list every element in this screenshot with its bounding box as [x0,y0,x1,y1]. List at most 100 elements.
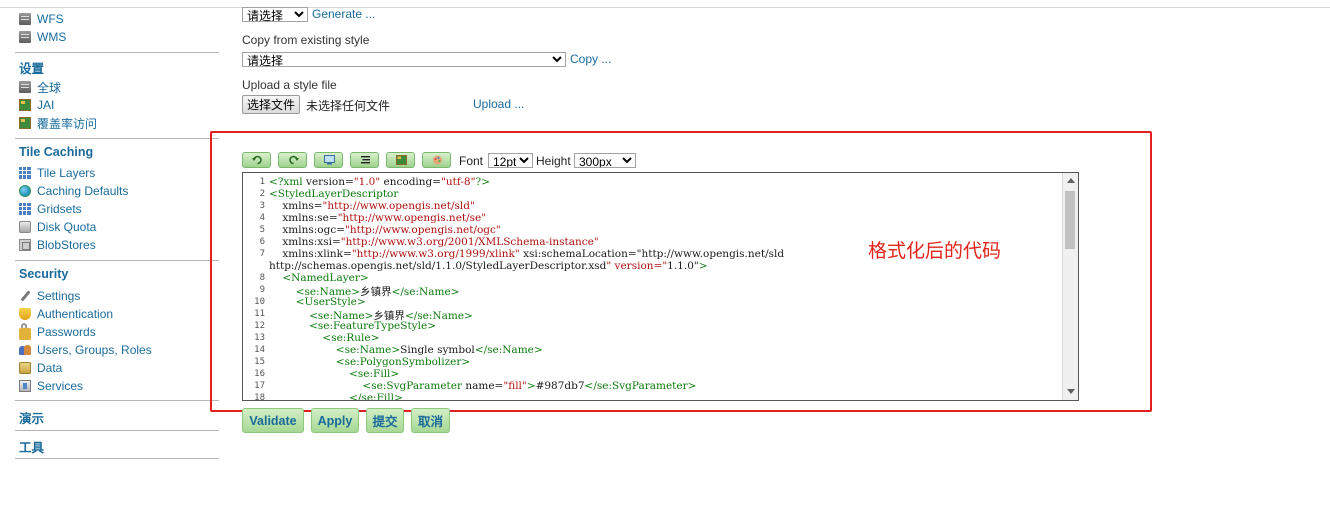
sidebar-divider [15,138,219,139]
line-number: 1 [259,177,265,187]
server-icon [19,81,31,93]
sidebar-item-label: Authentication [37,307,114,321]
sidebar-item-users-groups-roles[interactable]: Users, Groups, Roles [19,342,152,358]
server-icon [19,13,31,25]
line-number: 18 [254,393,265,401]
sidebar-item-services[interactable]: Services [19,378,83,394]
copy-style-select[interactable]: 请选择 [242,52,566,67]
generate-style-select[interactable]: 请选择 [242,7,308,22]
sidebar-item-label: Tile Layers [37,166,96,180]
line-number: 10 [254,297,265,307]
sidebar-item-authentication[interactable]: Authentication [19,306,113,322]
sidebar-item-wms[interactable]: WMS [19,29,66,45]
code-line: xmlns:se="http://www.opengis.net/se" [269,212,487,224]
sidebar-item-gridsets[interactable]: Gridsets [19,201,82,217]
sidebar-item-label: Settings [37,289,81,303]
grid-icon [19,203,31,215]
code-line: <?xml version="1.0" encoding="utf-8"?> [269,176,490,188]
code-line: <se:Fill> [349,368,400,380]
sidebar-item-coverage-access[interactable]: 覆盖率访问 [19,115,97,131]
apply-button[interactable]: Apply [311,408,359,433]
line-number: 3 [259,201,265,211]
sidebar-item-label: 全球 [37,80,62,95]
vertical-scrollbar[interactable] [1062,173,1078,400]
blobstore-icon [19,239,31,251]
line-number: 13 [254,333,265,343]
sidebar-item-data[interactable]: Data [19,360,62,376]
undo-button[interactable] [242,152,271,168]
reformat-button[interactable] [350,152,379,168]
height-label: Height [536,154,571,168]
server-icon [19,31,31,43]
sidebar-item-label: Passwords [37,325,96,339]
code-line: xmlns:xlink="http://www.w3.org/1999/xlin… [269,248,785,260]
code-line: xmlns:xsi="http://www.w3.org/2001/XMLSch… [269,236,599,248]
sidebar-item-disk-quota[interactable]: Disk Quota [19,219,96,235]
line-number: 12 [254,321,265,331]
editor-height-select[interactable]: 300px [574,153,636,168]
copy-style-label: Copy from existing style [242,33,370,47]
line-number: 11 [254,309,265,319]
code-line: <se:PolygonSymbolizer> [335,356,471,368]
cancel-button[interactable]: 取消 [411,408,450,433]
goto-line-icon [324,155,335,165]
code-line: <se:FeatureTypeStyle> [309,320,436,332]
sidebar-item-jai[interactable]: JAI [19,97,54,113]
line-number: 8 [259,273,265,283]
users-icon [19,344,31,356]
sidebar-item-blobstores[interactable]: BlobStores [19,237,96,253]
code-editor[interactable]: 1 2 3 4 5 6 7 8 9 10 11 12 13 14 15 16 17 18 <?xml versio… [242,172,1079,401]
validate-button[interactable]: Validate [242,408,304,433]
sidebar-item-passwords[interactable]: Passwords [19,323,96,340]
line-number: 15 [254,357,265,367]
services-icon [19,380,31,392]
scrollbar-thumb[interactable] [1065,191,1075,249]
scroll-up-icon[interactable] [1067,178,1075,183]
sidebar-item-global[interactable]: 全球 [19,79,61,95]
section-title-demo[interactable]: 演示 [19,408,44,427]
undo-icon [252,155,262,165]
choose-file-button[interactable]: 选择文件 [242,95,301,114]
copy-link[interactable]: Copy ... [570,52,611,66]
sidebar-item-tile-layers[interactable]: Tile Layers [19,165,95,181]
font-size-select[interactable]: 12pt [488,153,533,168]
lock-icon [19,323,31,340]
line-number: 7 [259,249,265,259]
code-line: <StyledLayerDescriptor [269,188,399,200]
line-number: 14 [254,345,265,355]
line-number: 5 [259,225,265,235]
color-picker-button[interactable] [422,152,451,168]
goto-line-button[interactable] [314,152,343,168]
sidebar-item-label: Gridsets [37,202,82,216]
image-icon [19,117,31,129]
data-icon [19,362,31,374]
sidebar-item-label: JAI [37,98,55,112]
section-title-tools[interactable]: 工具 [19,437,44,456]
redo-button[interactable] [278,152,307,168]
line-number: 16 [254,369,265,379]
image-icon [396,155,407,165]
insert-image-button[interactable] [386,152,415,168]
upload-link[interactable]: Upload ... [473,97,524,111]
grid-icon [19,167,31,179]
sidebar-item-label: BlobStores [37,238,96,252]
sidebar-divider [15,458,219,459]
shield-icon [19,308,31,320]
line-number: 2 [259,189,265,199]
scroll-down-icon[interactable] [1067,389,1075,394]
generate-link[interactable]: Generate ... [312,7,375,21]
wrench-icon [19,290,31,302]
line-number-gutter: 1 2 3 4 5 6 7 8 9 10 11 12 13 14 15 16 17 18 [243,173,265,400]
sidebar-item-security-settings[interactable]: Settings [19,288,80,304]
sidebar-item-label: Caching Defaults [37,184,129,198]
submit-button[interactable]: 提交 [366,408,404,433]
sidebar-item-caching-defaults[interactable]: Caching Defaults [19,183,128,199]
annotation-text: 格式化后的代码 [868,240,1002,262]
sidebar-divider [15,400,219,401]
line-number: 4 [259,213,265,223]
section-title-security: Security [19,267,69,281]
line-number: 9 [259,285,265,295]
code-line: http://schemas.opengis.net/sld/1.1.0/Sty… [269,260,708,272]
sidebar-item-wfs[interactable]: WFS [19,11,64,27]
no-file-chosen-text: 未选择任何文件 [306,99,391,113]
